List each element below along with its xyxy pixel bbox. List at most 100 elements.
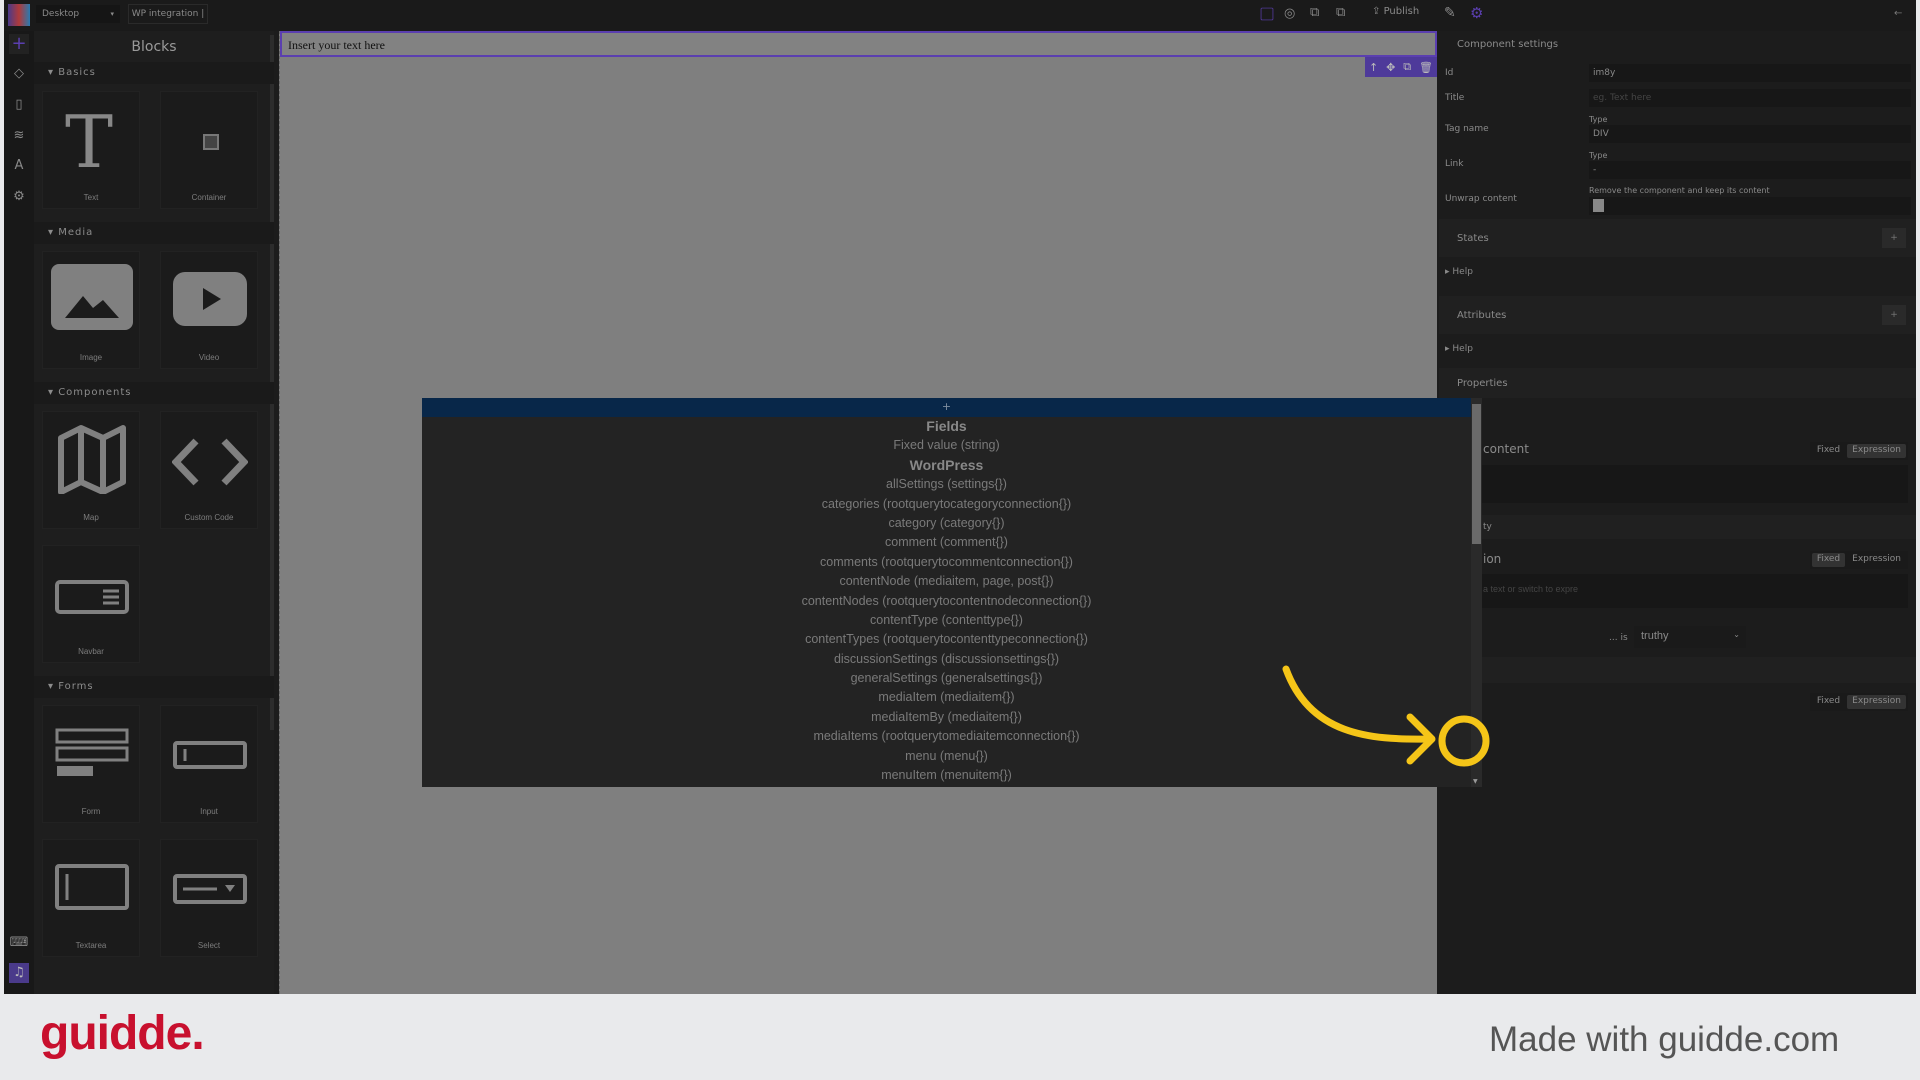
paste-icon[interactable]: ⧉ <box>1336 5 1345 20</box>
page-icon[interactable]: ▯ <box>9 95 29 115</box>
dropdown-option[interactable]: comments (rootquerytocommentconnection{}… <box>422 553 1471 572</box>
section-media[interactable]: ▾ Media <box>34 222 274 244</box>
page-name-input[interactable]: WP integration | <box>128 4 208 24</box>
publish-label: Publish <box>1383 6 1420 17</box>
block-form[interactable]: Form <box>42 705 140 823</box>
fixed-option[interactable]: Fixed <box>1811 553 1846 567</box>
dropdown-add-bar[interactable]: + <box>422 398 1471 417</box>
block-select[interactable]: Select <box>160 839 258 957</box>
condition-label: ion <box>1483 552 1502 566</box>
dropdown-option[interactable]: Fixed value (string) <box>422 436 1471 455</box>
dropdown-option[interactable]: comment (comment{}) <box>422 533 1471 552</box>
add-blocks-icon[interactable]: + <box>9 34 29 54</box>
component-toolbar: ↑ ✥ ⧉ 🗑 <box>1365 57 1437 77</box>
container-icon <box>203 134 219 150</box>
link-type-label: Type <box>1589 151 1608 160</box>
third-mode-toggle[interactable]: Fixed Expression <box>1809 693 1908 711</box>
block-navbar[interactable]: Navbar <box>42 545 140 663</box>
dropdown-option[interactable]: contentNodes (rootquerytocontentnodeconn… <box>422 592 1471 611</box>
delete-trash-icon[interactable]: 🗑 <box>1419 61 1433 74</box>
id-input[interactable]: im8y <box>1589 64 1911 82</box>
unwrap-checkbox[interactable] <box>1593 199 1604 212</box>
dropdown-option[interactable]: categories (rootquerytocategoryconnectio… <box>422 495 1471 514</box>
dropdown-option[interactable]: contentNode (mediaitem, page, post{}) <box>422 572 1471 591</box>
device-select[interactable]: Desktop ▾ <box>36 5 120 23</box>
add-attribute-button[interactable]: + <box>1882 305 1906 325</box>
code-brackets-icon <box>172 438 248 486</box>
block-video[interactable]: Video <box>160 251 258 369</box>
image-icon <box>51 264 133 330</box>
expression-option[interactable]: Expression <box>1847 444 1906 458</box>
condition-mode-toggle[interactable]: Fixed Expression <box>1809 551 1908 569</box>
collapse-arrow-icon[interactable]: ← <box>1894 8 1902 19</box>
dropdown-option[interactable]: contentType (contenttype{}) <box>422 611 1471 630</box>
expression-option[interactable]: Expression <box>1847 553 1906 567</box>
block-image[interactable]: Image <box>42 251 140 369</box>
dropdown-option[interactable]: contentTypes (rootquerytocontenttypeconn… <box>422 630 1471 649</box>
top-toolbar: Desktop ▾ WP integration | ◎ ⧉ ⧉ ⇪ Publis… <box>4 0 1916 31</box>
dropdown-group-title: Fields <box>926 418 967 434</box>
block-textarea[interactable]: Textarea <box>42 839 140 957</box>
chevron-down-icon: ▾ <box>110 10 114 18</box>
move-icon[interactable]: ✥ <box>1386 61 1395 74</box>
layers-icon[interactable]: ≋ <box>9 126 29 146</box>
upload-icon: ⇪ <box>1372 6 1381 17</box>
add-state-button[interactable]: + <box>1882 228 1906 248</box>
tag-type-label: Type <box>1589 115 1608 124</box>
is-label: ... is <box>1609 633 1628 643</box>
canvas-outline-icon[interactable] <box>1260 7 1274 21</box>
section-forms[interactable]: ▾ Forms <box>34 676 274 698</box>
textarea-icon <box>55 864 129 910</box>
block-map[interactable]: Map <box>42 411 140 529</box>
states-label: States <box>1457 233 1489 244</box>
brush-icon[interactable]: ✎ <box>1444 5 1456 21</box>
typography-icon[interactable]: A <box>9 156 29 176</box>
gear-icon[interactable]: ⚙ <box>1470 4 1483 22</box>
states-help-toggle[interactable]: ▸ Help <box>1445 267 1473 277</box>
link-label: Link <box>1445 159 1464 169</box>
block-input[interactable]: Input <box>160 705 258 823</box>
notifications-icon[interactable]: ♫ <box>9 963 29 983</box>
expression-option[interactable]: Expression <box>1847 695 1906 709</box>
device-value: Desktop <box>42 9 80 19</box>
block-text[interactable]: T Text <box>42 91 140 209</box>
settings-title: Component settings <box>1457 39 1559 50</box>
content-mode-toggle[interactable]: Fixed Expression <box>1809 442 1908 460</box>
text-t-icon: T <box>65 100 114 184</box>
copy-icon[interactable]: ⧉ <box>1310 5 1319 20</box>
properties-label: Properties <box>1457 378 1508 389</box>
video-play-icon <box>173 272 247 326</box>
dropdown-option[interactable]: category (category{}) <box>422 514 1471 533</box>
section-components[interactable]: ▾ Components <box>34 382 274 404</box>
scrollbar-thumb[interactable] <box>1472 404 1481 544</box>
link-type-select[interactable]: - <box>1589 161 1911 179</box>
attributes-help-toggle[interactable]: ▸ Help <box>1445 344 1473 354</box>
clone-icon[interactable]: ⧉ <box>1403 60 1411 74</box>
content-expression-input[interactable] <box>1479 465 1908 503</box>
fixed-option[interactable]: Fixed <box>1812 695 1845 709</box>
keyboard-icon[interactable]: ⌨ <box>9 933 29 953</box>
text-component[interactable]: Insert your text here <box>280 31 1437 57</box>
preview-eye-icon[interactable]: ◎ <box>1284 6 1295 21</box>
settings-gears-icon[interactable]: ⚙ <box>9 187 29 207</box>
select-parent-arrow-icon[interactable]: ↑ <box>1369 61 1378 74</box>
diamond-icon[interactable]: ◇ <box>9 64 29 84</box>
title-input[interactable]: eg. Text here <box>1589 89 1911 107</box>
attributes-section: Attributes + <box>1439 296 1916 334</box>
condition-select[interactable]: truthy ⌄ <box>1634 626 1746 648</box>
select-icon <box>173 874 247 904</box>
tag-name-select[interactable]: DIV <box>1589 125 1911 143</box>
section-basics[interactable]: ▾ Basics <box>34 62 274 84</box>
publish-button[interactable]: ⇪ Publish <box>1372 6 1419 17</box>
highlight-circle <box>1438 715 1490 767</box>
made-with-text: Made with guidde.com <box>1489 1020 1840 1059</box>
properties-section: Properties <box>1439 368 1916 398</box>
block-container[interactable]: Container <box>160 91 258 209</box>
scroll-down-arrow-icon[interactable]: ▼ <box>1473 778 1478 785</box>
condition-input[interactable]: a text or switch to expre <box>1479 574 1908 608</box>
dropdown-option[interactable]: allSettings (settings{}) <box>422 475 1471 494</box>
block-custom-code[interactable]: Custom Code <box>160 411 258 529</box>
fixed-option[interactable]: Fixed <box>1812 444 1845 458</box>
form-icon <box>55 728 129 776</box>
blocks-title: Blocks <box>131 39 177 55</box>
